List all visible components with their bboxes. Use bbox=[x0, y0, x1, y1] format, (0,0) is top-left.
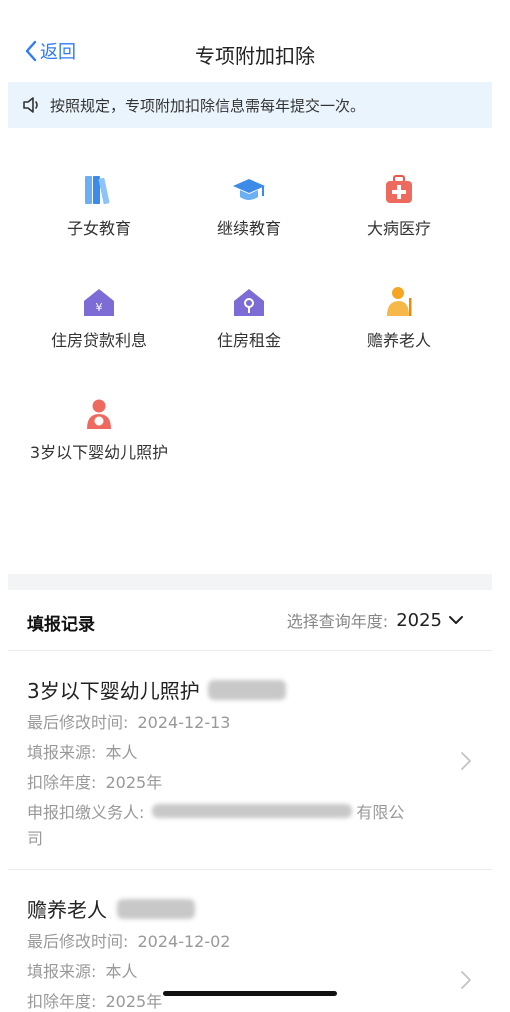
section-divider bbox=[8, 574, 492, 590]
category-elderly-support[interactable]: 赡养老人 bbox=[324, 284, 474, 354]
records-title: 填报记录 bbox=[27, 615, 95, 635]
record-year: 扣除年度: 2025年 bbox=[27, 769, 162, 793]
payer-label: 申报扣缴义务人: bbox=[27, 803, 145, 822]
category-label: 大病医疗 bbox=[366, 219, 431, 238]
category-housing-rent[interactable]: 住房租金 bbox=[174, 284, 324, 354]
record-item[interactable]: 3岁以下婴幼儿照护 最后修改时间: 2024-12-13 填报来源: 本人 扣除… bbox=[0, 651, 510, 869]
page-title: 专项附加扣除 bbox=[195, 44, 315, 68]
mother-baby-icon bbox=[87, 399, 111, 429]
record-item[interactable]: 赡养老人 最后修改时间: 2024-12-02 填报来源: 本人 扣除年度: 2… bbox=[0, 870, 510, 1012]
record-source: 填报来源: 本人 bbox=[27, 739, 138, 763]
notice-text: 按照规定，专项附加扣除信息需每年提交一次。 bbox=[50, 96, 366, 115]
nav-bar: 返回 专项附加扣除 bbox=[0, 0, 510, 82]
modified-label: 最后修改时间: bbox=[27, 932, 129, 951]
records-header: 填报记录 选择查询年度: 2025 bbox=[0, 590, 510, 650]
elderly-person-icon bbox=[387, 287, 412, 316]
modified-value: 2024-12-02 bbox=[137, 932, 231, 951]
redacted-payer bbox=[152, 804, 353, 818]
category-label: 继续教育 bbox=[216, 219, 281, 238]
record-title: 赡养老人 bbox=[27, 898, 107, 922]
category-label: 3岁以下婴幼儿照护 bbox=[29, 443, 169, 462]
redacted-name bbox=[207, 679, 286, 700]
source-label: 填报来源: bbox=[27, 743, 97, 762]
payer-wrap: 司 bbox=[27, 829, 44, 848]
deduction-year-value: 2025年 bbox=[105, 773, 163, 792]
year-label: 扣除年度: bbox=[27, 773, 97, 792]
category-child-education[interactable]: 子女教育 bbox=[24, 172, 174, 242]
house-key-icon bbox=[234, 289, 264, 316]
modified-label: 最后修改时间: bbox=[27, 713, 129, 732]
chevron-right-icon bbox=[461, 971, 471, 989]
source-label: 填报来源: bbox=[27, 962, 97, 981]
record-modified: 最后修改时间: 2024-12-13 bbox=[27, 709, 230, 733]
graduation-cap-icon bbox=[233, 179, 265, 200]
deduction-year-value: 2025年 bbox=[105, 992, 163, 1011]
record-name: 3岁以下婴幼儿照护 bbox=[27, 675, 286, 704]
chevron-right-icon bbox=[461, 752, 471, 770]
modified-value: 2024-12-13 bbox=[137, 713, 231, 732]
source-value: 本人 bbox=[105, 962, 138, 981]
chevron-down-icon bbox=[449, 616, 463, 624]
payer-suffix: 有限公 bbox=[356, 803, 405, 822]
category-label: 赡养老人 bbox=[366, 331, 431, 350]
record-title: 3岁以下婴幼儿照护 bbox=[27, 679, 200, 703]
category-infant-care[interactable]: 3岁以下婴幼儿照护 bbox=[24, 396, 174, 466]
books-icon bbox=[85, 176, 110, 205]
house-yuan-icon: ¥ bbox=[84, 289, 114, 316]
year-selector[interactable]: 选择查询年度: 2025 bbox=[287, 608, 464, 632]
category-label: 住房贷款利息 bbox=[50, 331, 147, 350]
category-serious-illness[interactable]: 大病医疗 bbox=[324, 172, 474, 242]
record-year: 扣除年度: 2025年 bbox=[27, 988, 162, 1012]
category-label: 子女教育 bbox=[66, 219, 131, 238]
redacted-name bbox=[117, 898, 195, 919]
category-mortgage-interest[interactable]: ¥ 住房贷款利息 bbox=[24, 284, 174, 354]
svg-text:¥: ¥ bbox=[96, 301, 103, 314]
year-value: 2025 bbox=[396, 609, 442, 631]
year-prompt: 选择查询年度: bbox=[286, 612, 389, 631]
category-label: 住房租金 bbox=[216, 331, 281, 350]
medical-kit-icon bbox=[386, 175, 412, 203]
source-value: 本人 bbox=[105, 743, 138, 762]
record-source: 填报来源: 本人 bbox=[27, 958, 138, 982]
record-payer: 申报扣缴义务人: 有限公 bbox=[27, 799, 404, 823]
record-name: 赡养老人 bbox=[27, 894, 195, 923]
home-indicator bbox=[163, 991, 337, 996]
notice-banner: 按照规定，专项附加扣除信息需每年提交一次。 bbox=[8, 82, 492, 128]
category-continuing-education[interactable]: 继续教育 bbox=[174, 172, 324, 242]
record-modified: 最后修改时间: 2024-12-02 bbox=[27, 928, 230, 952]
year-label: 扣除年度: bbox=[27, 992, 97, 1011]
speaker-icon bbox=[22, 96, 42, 114]
